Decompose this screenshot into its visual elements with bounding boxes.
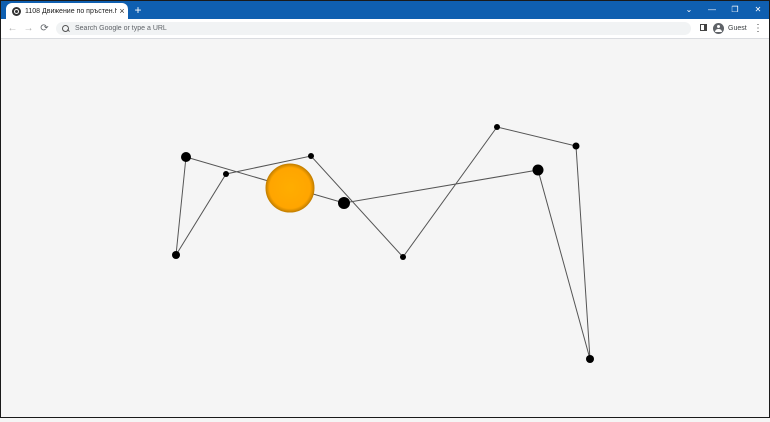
ring-node-e <box>172 251 180 259</box>
side-panel-icon[interactable] <box>699 23 709 33</box>
ring-node-h <box>572 142 580 150</box>
profile-label: Guest <box>728 24 747 32</box>
ring-node-i <box>532 164 544 176</box>
new-tab-button[interactable]: + <box>132 4 144 16</box>
tab-close-icon[interactable]: × <box>117 6 127 16</box>
title-bar: 1108 Движение по пръстен.htm × + ⌄ — ❐ ✕ <box>1 1 769 19</box>
ring-node-a <box>181 152 191 162</box>
moving-ball <box>265 163 315 213</box>
ring-node-j <box>586 355 594 363</box>
tab-title: 1108 Движение по пръстен.htm <box>25 7 117 15</box>
ring-node-f <box>400 254 406 260</box>
close-window-button[interactable]: ✕ <box>748 3 768 17</box>
globe-icon <box>12 6 21 16</box>
back-button[interactable]: ← <box>6 22 19 35</box>
tab-search-dropdown-icon[interactable]: ⌄ <box>679 3 699 17</box>
browser-window: 1108 Движение по пръстен.htm × + ⌄ — ❐ ✕… <box>0 0 770 418</box>
forward-button[interactable]: → <box>22 22 35 35</box>
ring-path <box>175 126 591 360</box>
ring-animation-canvas <box>172 124 594 363</box>
search-icon <box>62 24 70 33</box>
avatar-icon <box>713 22 724 34</box>
page-viewport <box>1 39 769 417</box>
ring-node-g <box>494 124 500 130</box>
ring-node-b <box>223 171 229 177</box>
ring-node-d <box>338 197 350 209</box>
restore-button[interactable]: ❐ <box>725 3 745 17</box>
address-input[interactable] <box>75 22 675 35</box>
profile-button[interactable]: Guest <box>713 22 747 34</box>
address-bar[interactable] <box>56 22 691 35</box>
reload-button[interactable]: ⟳ <box>38 22 51 35</box>
minimize-button[interactable]: — <box>702 3 722 17</box>
ring-node-c <box>308 153 314 159</box>
menu-icon[interactable]: ⋮ <box>753 22 763 35</box>
browser-tab[interactable]: 1108 Движение по пръстен.htm × <box>6 3 128 19</box>
browser-toolbar: ← → ⟳ Guest ⋮ <box>1 19 769 39</box>
